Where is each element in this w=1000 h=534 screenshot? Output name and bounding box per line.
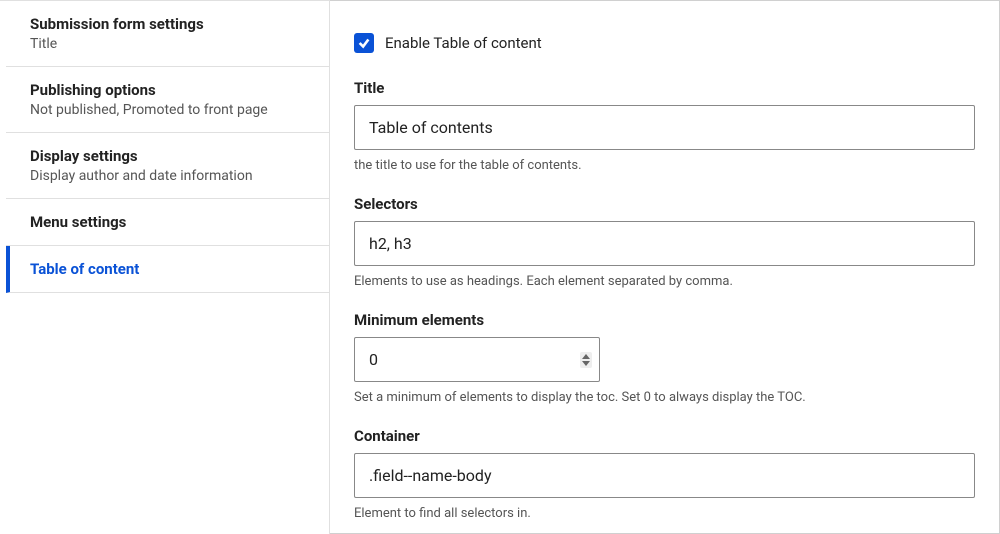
tab-publishing-options[interactable]: Publishing options Not published, Promot… — [6, 67, 329, 133]
tab-subtitle: Title — [30, 36, 311, 52]
container-label: Container — [354, 427, 975, 445]
tab-title: Publishing options — [30, 81, 311, 99]
tab-subtitle: Not published, Promoted to front page — [30, 102, 311, 118]
enable-toc-label: Enable Table of content — [385, 34, 542, 52]
minimum-elements-help: Set a minimum of elements to display the… — [354, 390, 975, 405]
enable-toc-field: Enable Table of content — [354, 33, 975, 53]
tab-table-of-content[interactable]: Table of content — [6, 246, 329, 293]
selectors-field: Selectors Elements to use as headings. E… — [354, 195, 975, 289]
check-icon — [357, 36, 371, 50]
spinner-down-icon[interactable] — [582, 361, 590, 366]
selectors-label: Selectors — [354, 195, 975, 213]
title-help: the title to use for the table of conten… — [354, 158, 975, 173]
minimum-elements-label: Minimum elements — [354, 311, 975, 329]
selectors-input[interactable] — [354, 221, 975, 266]
container-input[interactable] — [354, 453, 975, 498]
spinner-up-icon[interactable] — [582, 354, 590, 359]
title-input[interactable] — [354, 105, 975, 150]
title-field: Title the title to use for the table of … — [354, 79, 975, 173]
tab-subtitle: Display author and date information — [30, 168, 311, 184]
tab-title: Table of content — [30, 260, 311, 278]
container-field: Container Element to find all selectors … — [354, 427, 975, 521]
number-spinner — [580, 352, 592, 368]
minimum-elements-input[interactable] — [354, 337, 600, 382]
selectors-help: Elements to use as headings. Each elemen… — [354, 274, 975, 289]
tab-title: Submission form settings — [30, 15, 311, 33]
tab-submission-form-settings[interactable]: Submission form settings Title — [6, 1, 329, 67]
tab-title: Display settings — [30, 147, 311, 165]
settings-tabs-sidebar: Submission form settings Title Publishin… — [0, 0, 330, 534]
minimum-elements-field: Minimum elements Set a minimum of elemen… — [354, 311, 975, 405]
tab-menu-settings[interactable]: Menu settings — [6, 199, 329, 246]
enable-toc-checkbox[interactable] — [354, 33, 374, 53]
tab-title: Menu settings — [30, 213, 311, 231]
title-label: Title — [354, 79, 975, 97]
settings-panel: Enable Table of content Title the title … — [330, 0, 1000, 534]
tab-display-settings[interactable]: Display settings Display author and date… — [6, 133, 329, 199]
container-help: Element to find all selectors in. — [354, 506, 975, 521]
